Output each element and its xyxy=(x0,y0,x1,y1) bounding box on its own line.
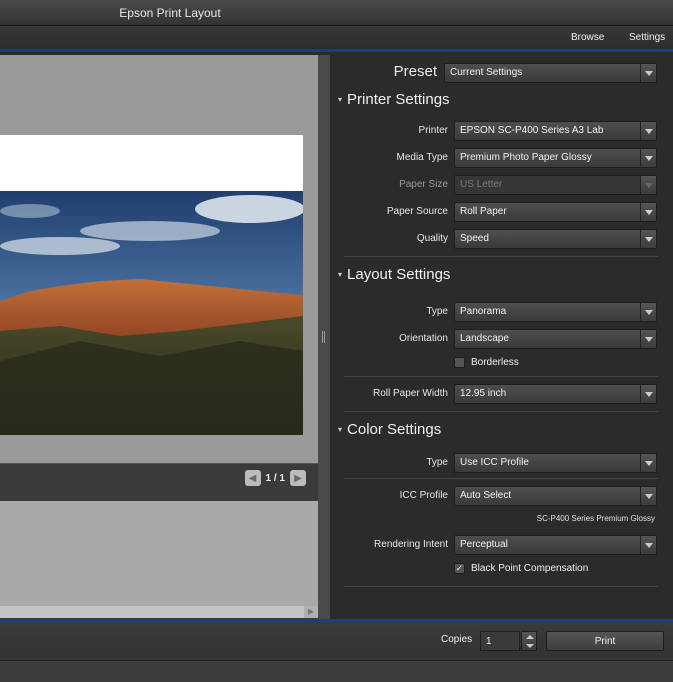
media-type-value: Premium Photo Paper Glossy xyxy=(460,152,592,163)
paper-size-value: US Letter xyxy=(460,179,503,190)
printer-value: EPSON SC-P400 Series A3 Lab xyxy=(460,125,604,136)
chevron-down-icon xyxy=(640,203,656,221)
section-divider xyxy=(344,478,658,479)
section-divider xyxy=(344,256,658,257)
settings-panel: Preset Current Settings ▾ Printer Settin… xyxy=(330,55,673,619)
icc-profile-select[interactable]: Auto Select xyxy=(454,486,657,506)
layout-type-label: Type xyxy=(426,306,448,317)
nav-settings[interactable]: Settings xyxy=(629,32,665,43)
disclosure-triangle-icon: ▾ xyxy=(338,270,343,279)
color-type-label: Type xyxy=(426,457,448,468)
black-point-option[interactable]: ✓ Black Point Compensation xyxy=(454,563,588,574)
next-page-icon[interactable]: ▶ xyxy=(290,470,306,486)
paper-size-select: US Letter xyxy=(454,175,657,195)
chevron-down-icon xyxy=(640,122,656,140)
section-divider xyxy=(344,376,658,377)
black-point-checkbox[interactable]: ✓ xyxy=(454,563,465,574)
printer-settings-header[interactable]: ▾ Printer Settings xyxy=(338,91,450,108)
nav-browse[interactable]: Browse xyxy=(571,32,604,43)
layout-settings-header[interactable]: ▾ Layout Settings xyxy=(338,266,450,283)
color-type-value: Use ICC Profile xyxy=(460,457,529,468)
chevron-down-icon xyxy=(640,64,656,82)
top-nav: Browse Settings xyxy=(0,26,673,52)
print-button[interactable]: Print xyxy=(546,631,664,651)
panel-splitter[interactable] xyxy=(318,55,330,619)
copies-label: Copies xyxy=(441,634,473,645)
prev-page-icon[interactable]: ◀ xyxy=(244,470,261,486)
paper-size-label: Paper Size xyxy=(399,179,448,190)
layout-type-select[interactable]: Panorama xyxy=(454,302,657,322)
stepper-down-icon[interactable] xyxy=(526,644,534,648)
printer-label: Printer xyxy=(418,125,448,136)
chevron-down-icon xyxy=(640,230,656,248)
borderless-checkbox[interactable] xyxy=(454,357,465,368)
layout-settings-title: Layout Settings xyxy=(347,266,451,283)
preview-toolbar: ◀ 1 / 1 ▶ xyxy=(0,463,318,493)
color-settings-header[interactable]: ▾ Color Settings xyxy=(338,421,441,438)
bottom-bar: Copies 1 Print xyxy=(0,619,673,682)
color-type-select[interactable]: Use ICC Profile xyxy=(454,453,657,473)
printer-settings-title: Printer Settings xyxy=(347,91,450,108)
media-type-label: Media Type xyxy=(396,152,448,163)
disclosure-triangle-icon: ▾ xyxy=(338,95,343,104)
quality-value: Speed xyxy=(460,233,489,244)
chevron-down-icon xyxy=(640,330,656,348)
icc-profile-value: Auto Select xyxy=(460,490,512,501)
orientation-value: Landscape xyxy=(460,333,509,344)
chevron-down-icon xyxy=(640,385,656,403)
paper-source-select[interactable]: Roll Paper xyxy=(454,202,657,222)
status-strip xyxy=(0,660,673,682)
copies-stepper[interactable] xyxy=(521,631,537,651)
chevron-down-icon xyxy=(640,454,656,472)
rendering-intent-select[interactable]: Perceptual xyxy=(454,535,657,555)
media-type-select[interactable]: Premium Photo Paper Glossy xyxy=(454,148,657,168)
paper-preview xyxy=(0,135,303,435)
rendering-intent-value: Perceptual xyxy=(460,539,508,550)
printer-select[interactable]: EPSON SC-P400 Series A3 Lab xyxy=(454,121,657,141)
borderless-option[interactable]: Borderless xyxy=(454,357,519,368)
thumbnail-panel xyxy=(0,501,318,611)
preset-select[interactable]: Current Settings xyxy=(444,63,657,83)
window-title: Epson Print Layout xyxy=(119,6,221,20)
chevron-down-icon xyxy=(640,536,656,554)
roll-paper-width-select[interactable]: 12.95 inch xyxy=(454,384,657,404)
preset-value: Current Settings xyxy=(450,67,523,78)
icc-profile-label: ICC Profile xyxy=(399,490,448,501)
horizontal-scrollbar[interactable]: ▶ xyxy=(0,606,318,618)
preset-label: Preset xyxy=(393,63,437,80)
disclosure-triangle-icon: ▾ xyxy=(338,425,343,434)
splitter-grip-icon[interactable] xyxy=(322,331,325,343)
chevron-down-icon xyxy=(640,149,656,167)
black-point-label: Black Point Compensation xyxy=(471,563,589,574)
borderless-label: Borderless xyxy=(471,357,519,368)
quality-select[interactable]: Speed xyxy=(454,229,657,249)
paper-source-value: Roll Paper xyxy=(460,206,507,217)
roll-paper-width-value: 12.95 inch xyxy=(460,388,507,399)
color-settings-title: Color Settings xyxy=(347,421,442,438)
orientation-label: Orientation xyxy=(399,333,448,344)
section-divider xyxy=(344,411,658,412)
copies-input[interactable]: 1 xyxy=(480,631,520,651)
scroll-right-icon[interactable]: ▶ xyxy=(304,606,318,618)
page-navigator: ◀ 1 / 1 ▶ xyxy=(244,470,306,486)
paper-source-label: Paper Source xyxy=(386,206,448,217)
layout-type-value: Panorama xyxy=(460,306,507,317)
page-indicator: 1 / 1 xyxy=(265,472,285,484)
chevron-down-icon xyxy=(640,303,656,321)
section-divider xyxy=(344,586,658,587)
quality-label: Quality xyxy=(416,233,448,244)
chevron-down-icon xyxy=(640,176,656,194)
profile-name-text: SC-P400 Series Premium Glossy xyxy=(536,514,655,523)
stepper-up-icon[interactable] xyxy=(526,635,534,639)
chevron-down-icon xyxy=(640,487,656,505)
print-preview xyxy=(0,55,318,463)
preview-image[interactable] xyxy=(0,191,303,435)
title-bar: Epson Print Layout xyxy=(0,0,673,26)
rendering-intent-label: Rendering Intent xyxy=(374,539,448,550)
orientation-select[interactable]: Landscape xyxy=(454,329,657,349)
thumbnail-area xyxy=(0,493,318,619)
roll-paper-width-label: Roll Paper Width xyxy=(372,388,448,399)
